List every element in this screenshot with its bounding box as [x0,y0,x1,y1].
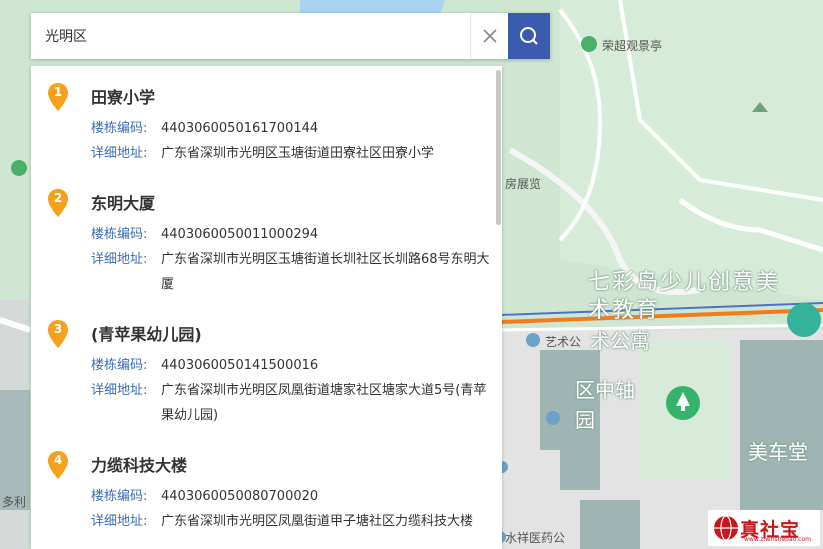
building-code-label: 楼栋编码: [91,121,148,136]
address-value: 广东省深圳市光明区凤凰街道塘家社区塘家大道5号(青苹果幼儿园) [161,383,487,423]
map-label-meiche: 美车堂 [748,440,808,464]
building-code-label: 楼栋编码: [91,358,148,373]
building-code-row: 楼栋编码: 4403060050141500016 [91,353,491,378]
search-input[interactable] [31,13,470,59]
search-bar [31,13,550,59]
result-index: 4 [53,453,63,467]
map-label-yuan: 园 [575,408,595,432]
map-label-fangzhan: 房展览 [505,177,542,191]
results-panel[interactable]: 1 田寮小学 楼栋编码: 4403060050161700144 详细地址: 广… [31,66,502,549]
map-label-qicaidao-2: 术教育 [588,298,661,323]
address-row: 详细地址: 广东省深圳市光明区玉塘街道田寮社区田寮小学 [91,141,491,166]
building-code-row: 楼栋编码: 4403060050161700144 [91,116,491,141]
building-code-label: 楼栋编码: [91,489,148,504]
result-title[interactable]: (青苹果幼儿园) [91,321,202,345]
watermark-logo: 真社宝 www.zhenshebao.com [708,510,820,546]
address-label: 详细地址: [91,383,148,398]
address-value: 广东省深圳市光明区玉塘街道田寮社区田寮小学 [161,146,435,161]
search-button[interactable] [508,13,550,59]
building-code-value: 4403060050141500016 [161,358,319,373]
address-label: 详细地址: [91,252,148,267]
building-code-value: 4403060050011000294 [161,227,319,242]
address-row: 详细地址: 广东省深圳市光明区凤凰街道甲子塘社区力缆科技大楼 [91,509,491,534]
result-index: 3 [53,322,63,336]
globe-logo-icon [714,515,738,541]
building-code-label: 楼栋编码: [91,227,148,242]
result-title[interactable]: 东明大厦 [91,190,155,214]
address-row: 详细地址: 广东省深圳市光明区凤凰街道塘家社区塘家大道5号(青苹果幼儿园) [91,378,491,428]
map-label-duoli: 多利 [2,495,27,509]
result-title[interactable]: 田寮小学 [91,84,155,108]
building-code-value: 4403060050080700020 [161,489,319,504]
map-label-yaofang: 水祥医药公 [505,531,566,545]
map-label-gongyu: 术公寓 [590,329,650,353]
building-code-value: 4403060050161700144 [161,121,319,136]
close-icon [482,29,497,43]
search-icon [520,27,538,45]
result-title[interactable]: 力缆科技大楼 [91,452,187,476]
scrollbar[interactable] [496,70,501,225]
address-label: 详细地址: [91,146,148,161]
result-index: 2 [53,191,63,205]
map-label-zhongzhou: 区中轴 [575,378,635,402]
address-label: 详细地址: [91,514,148,529]
building-code-row: 楼栋编码: 4403060050011000294 [91,222,491,247]
map-label-yishu: 艺术公 [545,335,582,349]
logo-url: www.zhenshebao.com [744,536,811,543]
map-label-rongchao: 荣超观景亭 [602,39,663,53]
address-value: 广东省深圳市光明区玉塘街道长圳社区长圳路68号东明大厦 [161,252,490,292]
clear-button[interactable] [470,13,508,59]
result-index: 1 [53,85,63,99]
building-code-row: 楼栋编码: 4403060050080700020 [91,484,491,509]
address-value: 广东省深圳市光明区凤凰街道甲子塘社区力缆科技大楼 [161,514,474,529]
address-row: 详细地址: 广东省深圳市光明区玉塘街道长圳社区长圳路68号东明大厦 [91,247,491,297]
